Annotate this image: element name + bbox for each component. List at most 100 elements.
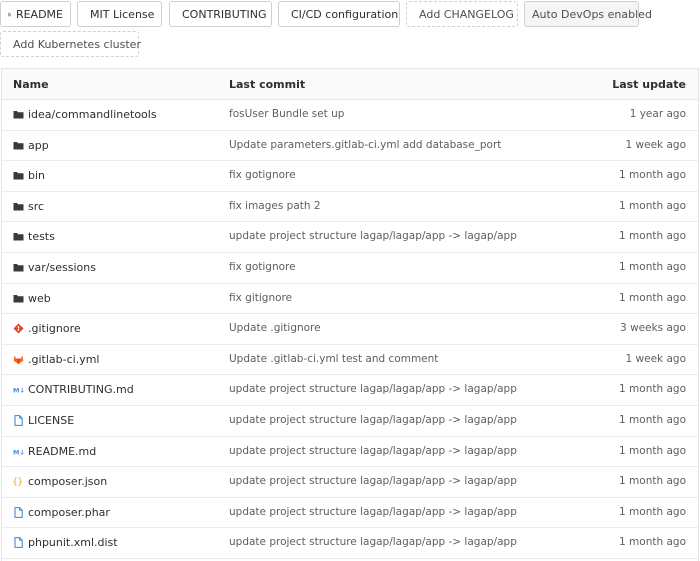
file-name-link[interactable]: app (13, 139, 49, 152)
last-update-time: 1 month ago (619, 444, 686, 457)
file-name-link[interactable]: M↓ README.md (13, 445, 96, 458)
folder-icon (13, 170, 24, 181)
last-update-time: 1 month ago (619, 260, 686, 273)
commit-message-link[interactable]: update project structure lagap/lagap/app… (229, 536, 517, 548)
license-label: MIT License (90, 7, 155, 21)
last-update-time: 1 month ago (619, 169, 686, 182)
commit-message-link[interactable]: fix gotignore (229, 169, 296, 181)
file-name-link[interactable]: idea/commandlinetools (13, 108, 157, 121)
table-row[interactable]: composer.phar update project structure la… (2, 498, 698, 529)
file-name: .gitignore (28, 322, 81, 336)
git-icon (13, 323, 24, 334)
table-row[interactable]: LICENSE update project structure lagap/la… (2, 406, 698, 437)
commit-message-link[interactable]: update project structure lagap/lagap/app… (229, 445, 517, 457)
table-row[interactable]: var/sessions fix gotignore 1 month ago (2, 253, 698, 284)
file-icon (8, 12, 11, 16)
markdown-icon: M↓ (13, 384, 25, 395)
table-row[interactable]: .gitignore Update .gitignore 3 weeks ago (2, 314, 698, 345)
license-button[interactable]: MIT License (77, 1, 162, 27)
folder-icon (13, 140, 24, 151)
last-update-time: 3 weeks ago (620, 322, 686, 335)
file-icon (13, 537, 24, 549)
table-row[interactable]: bin fix gotignore 1 month ago (2, 161, 698, 192)
svg-text:M↓: M↓ (13, 448, 24, 456)
readme-button[interactable]: README (0, 1, 71, 27)
last-update-time: 1 month ago (619, 505, 686, 518)
add-kubernetes-cluster-button[interactable]: Add Kubernetes cluster (0, 31, 141, 57)
add-changelog-button[interactable]: Add CHANGELOG (406, 1, 518, 27)
table-row[interactable]: app Update parameters.gitlab-ci.yml add d… (2, 131, 698, 162)
markdown-icon: M↓ (13, 446, 25, 457)
table-row[interactable]: src fix images path 2 1 month ago (2, 192, 698, 223)
table-row[interactable]: M↓ README.md update project structure laga… (2, 437, 698, 468)
commit-message-link[interactable]: fix images path 2 (229, 200, 321, 212)
file-name: composer.json (28, 475, 108, 489)
last-update-time: 1 month ago (619, 413, 686, 426)
file-name-link[interactable]: .gitignore (13, 322, 81, 335)
commit-message-link[interactable]: Update .gitlab-ci.yml test and comment (229, 353, 438, 365)
file-name-link[interactable]: var/sessions (13, 261, 96, 274)
file-name: phpunit.xml.dist (28, 536, 118, 550)
file-name-link[interactable]: M↓ CONTRIBUTING.md (13, 383, 134, 396)
contributing-label: CONTRIBUTING (182, 7, 267, 21)
commit-message-link[interactable]: update project structure lagap/lagap/app… (229, 383, 517, 395)
last-update-time: 1 week ago (625, 352, 686, 365)
file-icon (13, 415, 24, 426)
last-update-time: 1 year ago (629, 108, 686, 120)
commit-message-link[interactable]: update project structure lagap/lagap/app… (229, 230, 517, 242)
last-update-time: 1 month ago (619, 291, 686, 304)
auto-devops-badge[interactable]: Auto DevOps enabled (524, 1, 652, 27)
file-name-link[interactable]: LICENSE (13, 414, 74, 427)
commit-message-link[interactable]: fix gitignore (229, 292, 292, 304)
json-icon: {} (13, 476, 24, 488)
table-row[interactable]: web fix gitignore 1 month ago (2, 284, 698, 315)
table-row[interactable]: {} composer.json update project structure … (2, 467, 698, 498)
last-update-time: 1 month ago (619, 475, 686, 488)
table-row[interactable]: M↓ CONTRIBUTING.md update project structur… (2, 375, 698, 406)
cicd-configuration-button[interactable]: CI/CD configuration (278, 1, 400, 27)
file-name-link[interactable]: composer.phar (13, 506, 110, 519)
file-name-link[interactable]: src (13, 200, 44, 213)
commit-message-link[interactable]: fosUser Bundle set up (229, 108, 344, 120)
table-row[interactable]: phpunit.xml.dist update project structure… (2, 528, 698, 559)
file-name-link[interactable]: tests (13, 230, 55, 243)
folder-icon (13, 231, 24, 242)
folder-icon (13, 109, 24, 120)
file-name: web (28, 291, 51, 305)
file-name: bin (28, 169, 46, 183)
commit-message-link[interactable]: Update parameters.gitlab-ci.yml add data… (229, 139, 501, 151)
file-name: app (28, 138, 49, 152)
commit-message-link[interactable]: update project structure lagap/lagap/app… (229, 414, 517, 426)
gitlab-icon (13, 354, 24, 365)
commit-message-link[interactable]: Update .gitignore (229, 322, 321, 334)
last-commit-column-header: Last commit (229, 78, 306, 91)
last-update-time: 1 week ago (625, 138, 686, 151)
file-name-link[interactable]: bin (13, 169, 45, 182)
commit-message-link[interactable]: update project structure lagap/lagap/app… (229, 475, 517, 487)
cicd-label: CI/CD configuration (291, 7, 399, 21)
last-update-time: 1 month ago (619, 383, 686, 396)
commit-message-link[interactable]: update project structure lagap/lagap/app… (229, 506, 517, 518)
file-name: CONTRIBUTING.md (28, 383, 134, 397)
folder-icon (13, 293, 24, 304)
changelog-label: Add CHANGELOG (419, 7, 514, 21)
file-name-link[interactable]: .gitlab-ci.yml (13, 353, 99, 366)
contributing-button[interactable]: CONTRIBUTING (169, 1, 272, 27)
last-update-column-header: Last update (612, 78, 686, 91)
commit-message-link[interactable]: fix gotignore (229, 261, 296, 273)
file-name-link[interactable]: {} composer.json (13, 475, 108, 489)
file-name: LICENSE (28, 413, 75, 427)
name-column-header: Name (13, 78, 49, 91)
table-header: Name Last commit Last update (2, 69, 698, 100)
table-row[interactable]: idea/commandlinetools fosUser Bundle set … (2, 100, 698, 131)
last-update-time: 1 month ago (619, 199, 686, 212)
file-name-link[interactable]: phpunit.xml.dist (13, 536, 118, 549)
table-row[interactable]: .gitlab-ci.yml Update .gitlab-ci.yml test… (2, 345, 698, 376)
table-row[interactable]: tests update project structure lagap/laga… (2, 222, 698, 253)
file-name: .gitlab-ci.yml (28, 352, 100, 366)
file-name-link[interactable]: web (13, 292, 51, 305)
kubernetes-label: Add Kubernetes cluster (13, 37, 141, 51)
file-name: src (28, 199, 45, 213)
last-update-time: 1 month ago (619, 230, 686, 243)
file-name: idea/commandlinetools (28, 108, 157, 121)
